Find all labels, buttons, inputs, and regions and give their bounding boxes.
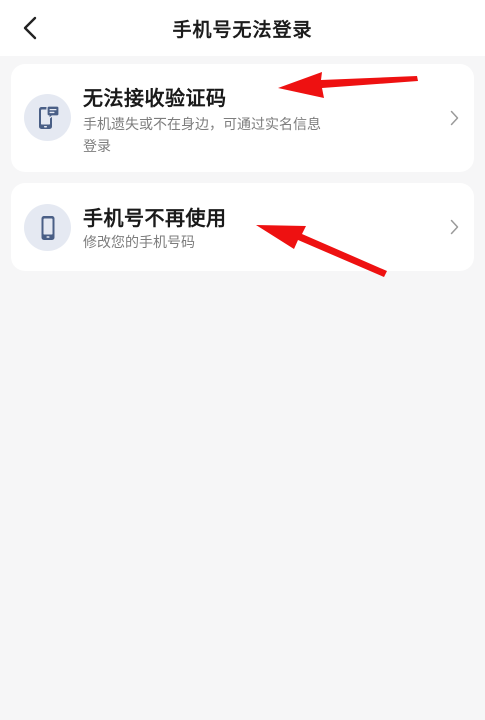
option-title: 无法接收验证码 [83, 86, 227, 110]
option-number-no-longer-used[interactable]: 手机号不再使用 修改您的手机号码 [11, 183, 474, 271]
top-bar: 手机号无法登录 [0, 0, 485, 56]
option-description: 手机遗失或不在身边，可通过实名信息登录 [83, 117, 321, 155]
chevron-left-icon [23, 16, 37, 40]
page-title: 手机号无法登录 [172, 18, 313, 41]
option-cannot-receive-code[interactable]: 无法接收验证码 手机遗失或不在身边，可通过实名信息登录 [11, 64, 474, 172]
phone-message-icon [38, 104, 60, 129]
option-icon-circle [24, 94, 71, 141]
chevron-right-icon [448, 218, 460, 236]
chevron-right-icon [448, 109, 460, 127]
option-title: 手机号不再使用 [83, 206, 227, 230]
phone-icon [41, 215, 54, 240]
option-icon-circle [24, 204, 71, 251]
back-button[interactable] [16, 14, 44, 42]
option-description: 修改您的手机号码 [83, 235, 195, 251]
